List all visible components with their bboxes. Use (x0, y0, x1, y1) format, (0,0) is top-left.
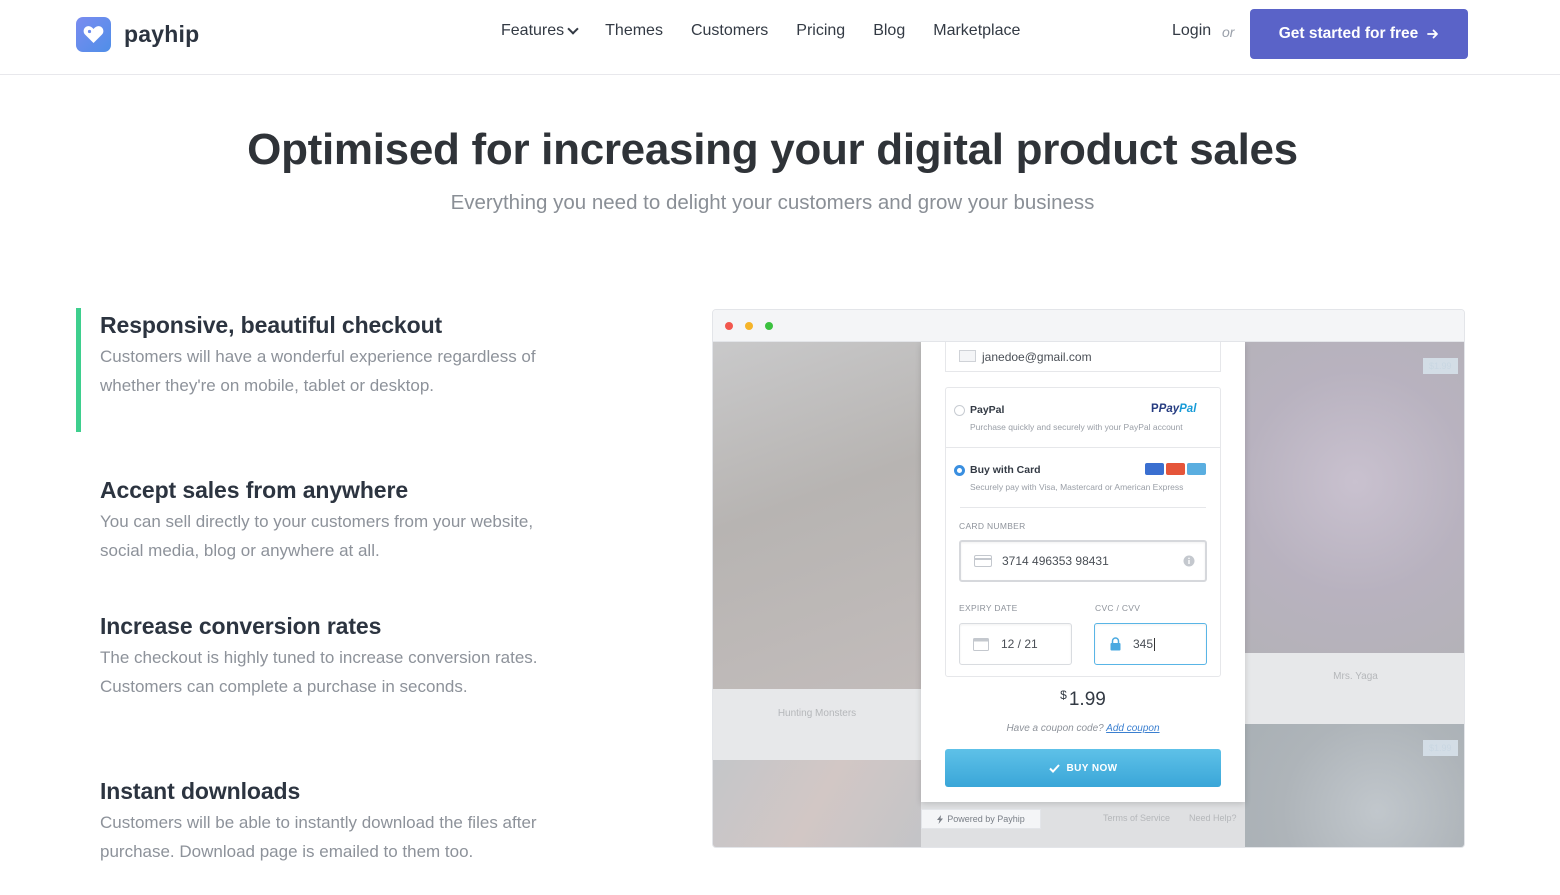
coupon-prompt: Have a coupon code? (1006, 723, 1104, 734)
expiry-label: EXPIRY DATE (959, 603, 1018, 613)
nav-blog[interactable]: Blog (873, 22, 905, 40)
get-started-label: Get started for free (1278, 25, 1419, 42)
book-cover (713, 760, 921, 847)
visa-icon (1145, 463, 1164, 475)
hero-subtitle: Everything you need to delight your cust… (450, 191, 1095, 214)
text-cursor (1154, 637, 1156, 651)
book-caption-box (1245, 653, 1464, 724)
paypal-option-desc: Purchase quickly and securely with your … (970, 422, 1183, 432)
book-caption-box (713, 689, 921, 760)
buy-now-button[interactable]: BUY NOW (945, 749, 1221, 787)
currency-symbol: $ (1060, 688, 1067, 702)
or-separator: or (1222, 24, 1235, 40)
checkmark-icon (1048, 763, 1060, 773)
email-value: janedoe@gmail.com (982, 349, 1092, 364)
paypal-logo-icon: PPayPal (1151, 403, 1197, 415)
paypal-radio[interactable] (954, 405, 965, 416)
feature-title: Accept sales from anywhere (100, 477, 409, 503)
browser-titlebar (713, 310, 1464, 342)
paypal-logo-a: Pay (1158, 403, 1180, 415)
powered-by-label: Powered by Payhip (947, 814, 1025, 824)
lock-icon (1110, 637, 1121, 651)
arrow-right-icon (1427, 29, 1439, 39)
close-dot-icon (725, 322, 733, 330)
brand-name: payhip (124, 21, 200, 47)
calendar-icon (973, 638, 989, 651)
feature-title: Instant downloads (100, 778, 301, 804)
login-link[interactable]: Login (1172, 22, 1211, 40)
price-badge: $1.99 (1423, 358, 1458, 374)
card-radio[interactable] (954, 465, 965, 476)
add-coupon-link[interactable]: Add coupon (1106, 723, 1159, 734)
feature-title: Responsive, beautiful checkout (100, 312, 443, 338)
email-field[interactable]: janedoe@gmail.com (945, 342, 1221, 372)
payment-options: PayPal PPayPal Purchase quickly and secu… (945, 387, 1221, 677)
chevron-down-icon (567, 23, 579, 35)
feature-title: Increase conversion rates (100, 613, 382, 639)
card-option-desc: Securely pay with Visa, Mastercard or Am… (970, 482, 1184, 492)
nav-themes[interactable]: Themes (605, 22, 663, 40)
coupon-row: Have a coupon code? Add coupon (921, 723, 1245, 734)
feature-item-sales-anywhere[interactable]: Accept sales from anywhere You can sell … (76, 473, 546, 565)
card-option-title: Buy with Card (970, 464, 1041, 476)
cvc-value: 345 (1133, 637, 1154, 651)
hero-title: Optimised for increasing your digital pr… (247, 125, 1298, 174)
expiry-input[interactable]: 12 / 21 (959, 623, 1072, 665)
divider (960, 507, 1206, 508)
buy-now-label: BUY NOW (1066, 762, 1118, 774)
feature-body: Customers will be able to instantly down… (100, 813, 537, 861)
powered-by-badge[interactable]: Powered by Payhip (921, 809, 1041, 829)
amex-icon (1187, 463, 1206, 475)
feature-item-downloads[interactable]: Instant downloads Customers will be able… (76, 774, 546, 866)
book-caption: Mrs. Yaga (1333, 671, 1378, 682)
cvc-label: CVC / CVV (1095, 603, 1141, 613)
feature-item-checkout[interactable]: Responsive, beautiful checkout Customers… (76, 308, 546, 432)
envelope-icon (959, 350, 976, 362)
nav-features-label: Features (501, 22, 565, 39)
total-price: $1.99 (921, 688, 1245, 711)
divider (946, 447, 1220, 448)
feature-body: You can sell directly to your customers … (100, 512, 534, 560)
checkout-modal: janedoe@gmail.com PayPal PPayPal Purchas… (921, 342, 1245, 802)
logo-link[interactable]: payhip (76, 17, 199, 52)
card-number-input[interactable]: 3714 496353 98431 (959, 540, 1207, 582)
get-started-button[interactable]: Get started for free (1250, 9, 1468, 59)
price-amount: 1.99 (1068, 689, 1106, 710)
card-brands (1145, 463, 1206, 475)
price-badge: $1.99 (1423, 740, 1458, 756)
minimize-dot-icon (745, 322, 753, 330)
credit-card-icon (974, 555, 992, 567)
card-number-label: CARD NUMBER (959, 521, 1026, 531)
expiry-value: 12 / 21 (1001, 637, 1038, 651)
browser-mockup: Hunting Monsters $1.99 Mrs. Yaga $1.99 j… (712, 309, 1465, 848)
feature-body: Customers will have a wonderful experien… (100, 347, 536, 395)
nav-pricing[interactable]: Pricing (796, 22, 845, 40)
store-viewport: Hunting Monsters $1.99 Mrs. Yaga $1.99 j… (713, 342, 1464, 847)
nav-marketplace[interactable]: Marketplace (933, 22, 1020, 40)
payhip-logo-icon (76, 17, 111, 52)
bolt-icon (937, 814, 944, 824)
mastercard-icon (1166, 463, 1185, 475)
feature-item-conversion[interactable]: Increase conversion rates The checkout i… (76, 609, 546, 701)
terms-link[interactable]: Terms of Service (1103, 813, 1170, 823)
site-header: payhip Features Themes Customers Pricing… (0, 0, 1560, 75)
card-number-value: 3714 496353 98431 (1002, 554, 1109, 568)
book-caption: Hunting Monsters (777, 708, 857, 719)
main-nav: Features Themes Customers Pricing Blog M… (501, 22, 1020, 40)
book-cover-mrs-yaga (1245, 342, 1464, 653)
maximize-dot-icon (765, 322, 773, 330)
nav-customers[interactable]: Customers (691, 22, 768, 40)
book-cover-hunting-monsters (713, 342, 921, 689)
feature-body: The checkout is highly tuned to increase… (100, 648, 538, 696)
paypal-logo-b: Pal (1179, 403, 1197, 415)
help-link[interactable]: Need Help? (1189, 813, 1237, 823)
info-icon[interactable] (1183, 555, 1195, 567)
nav-features[interactable]: Features (501, 22, 579, 40)
cvc-input[interactable]: 345 (1094, 623, 1207, 665)
paypal-option-title: PayPal (970, 404, 1005, 416)
